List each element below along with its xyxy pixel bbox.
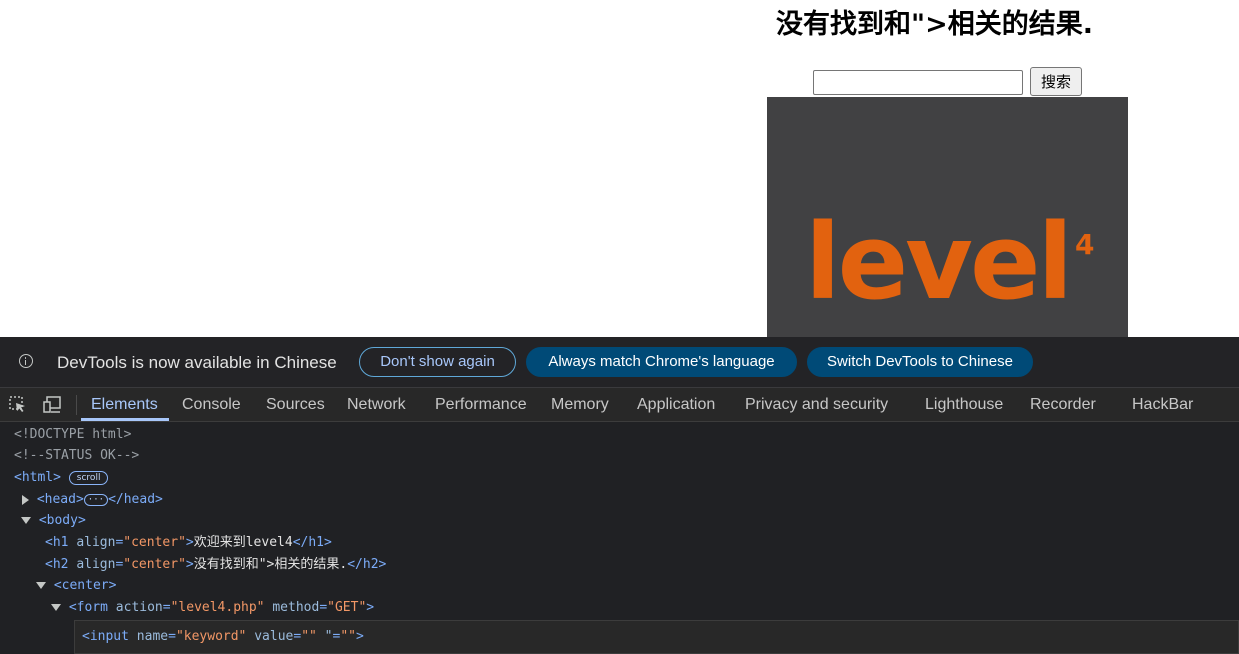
dont-show-again-button[interactable]: Don't show again <box>359 347 516 377</box>
devtools-tabbar: Elements Console Sources Network Perform… <box>0 388 1239 422</box>
collapse-arrow-icon[interactable] <box>36 582 46 589</box>
tab-application[interactable]: Application <box>637 388 715 421</box>
tab-recorder[interactable]: Recorder <box>1030 388 1096 421</box>
language-infobar: DevTools is now available in Chinese Don… <box>0 337 1239 388</box>
collapsed-ellipsis[interactable]: ··· <box>83 493 109 506</box>
dom-tree: <!DOCTYPE html> <!--STATUS OK--> <html> … <box>0 422 1239 654</box>
collapse-arrow-icon[interactable] <box>51 604 61 611</box>
switch-to-chinese-button[interactable]: Switch DevTools to Chinese <box>807 347 1033 377</box>
logo-superscript: 4 <box>1075 228 1094 261</box>
dom-input-node[interactable]: <input name="keyword" value="" "=""> <box>82 627 364 647</box>
active-tab-indicator <box>81 418 169 421</box>
dom-center-node[interactable]: <center> <box>36 576 116 596</box>
result-heading: 没有找到和">相关的结果. <box>776 9 1093 40</box>
dom-h2-node[interactable]: <h2 align="center">没有找到和">相关的结果.</h2> <box>45 555 386 575</box>
tab-network[interactable]: Network <box>347 388 406 421</box>
tab-performance[interactable]: Performance <box>435 388 527 421</box>
search-button[interactable]: 搜索 <box>1030 67 1082 96</box>
collapse-arrow-icon[interactable] <box>21 517 31 524</box>
tab-hackbar[interactable]: HackBar <box>1132 388 1193 421</box>
tab-sources[interactable]: Sources <box>266 388 325 421</box>
search-input[interactable] <box>813 70 1023 95</box>
level4-logo: level 4 <box>805 201 1094 323</box>
scroll-badge[interactable]: scroll <box>68 470 109 485</box>
infobar-message: DevTools is now available in Chinese <box>57 353 337 372</box>
dom-form-node[interactable]: <form action="level4.php" method="GET"> <box>51 598 374 618</box>
tab-elements[interactable]: Elements <box>91 388 158 421</box>
tab-lighthouse[interactable]: Lighthouse <box>925 388 1003 421</box>
expand-arrow-icon[interactable] <box>22 494 29 505</box>
page-viewport: 没有找到和">相关的结果. 搜索 level 4 <box>0 0 1239 337</box>
devtools-panel: DevTools is now available in Chinese Don… <box>0 337 1239 654</box>
dom-doctype[interactable]: <!DOCTYPE html> <box>14 425 131 445</box>
dom-comment[interactable]: <!--STATUS OK--> <box>14 446 139 466</box>
dom-html-node[interactable]: <html> scroll <box>14 468 109 488</box>
dom-head-node[interactable]: <head> ··· </head> <box>22 490 163 510</box>
level4-logo-image: level 4 <box>767 97 1128 337</box>
tab-console[interactable]: Console <box>182 388 241 421</box>
dom-body-node[interactable]: <body> <box>21 511 86 531</box>
dom-h1-node[interactable]: <h1 align="center">欢迎来到level4</h1> <box>45 533 332 553</box>
toolbar-divider <box>76 395 77 415</box>
always-match-language-button[interactable]: Always match Chrome's language <box>526 347 797 377</box>
tab-privacy-security[interactable]: Privacy and security <box>745 388 888 421</box>
info-icon <box>19 354 33 368</box>
device-toolbar-icon[interactable] <box>42 395 62 415</box>
inspect-element-icon[interactable] <box>8 395 28 415</box>
logo-text: level <box>805 201 1070 323</box>
tab-memory[interactable]: Memory <box>551 388 609 421</box>
